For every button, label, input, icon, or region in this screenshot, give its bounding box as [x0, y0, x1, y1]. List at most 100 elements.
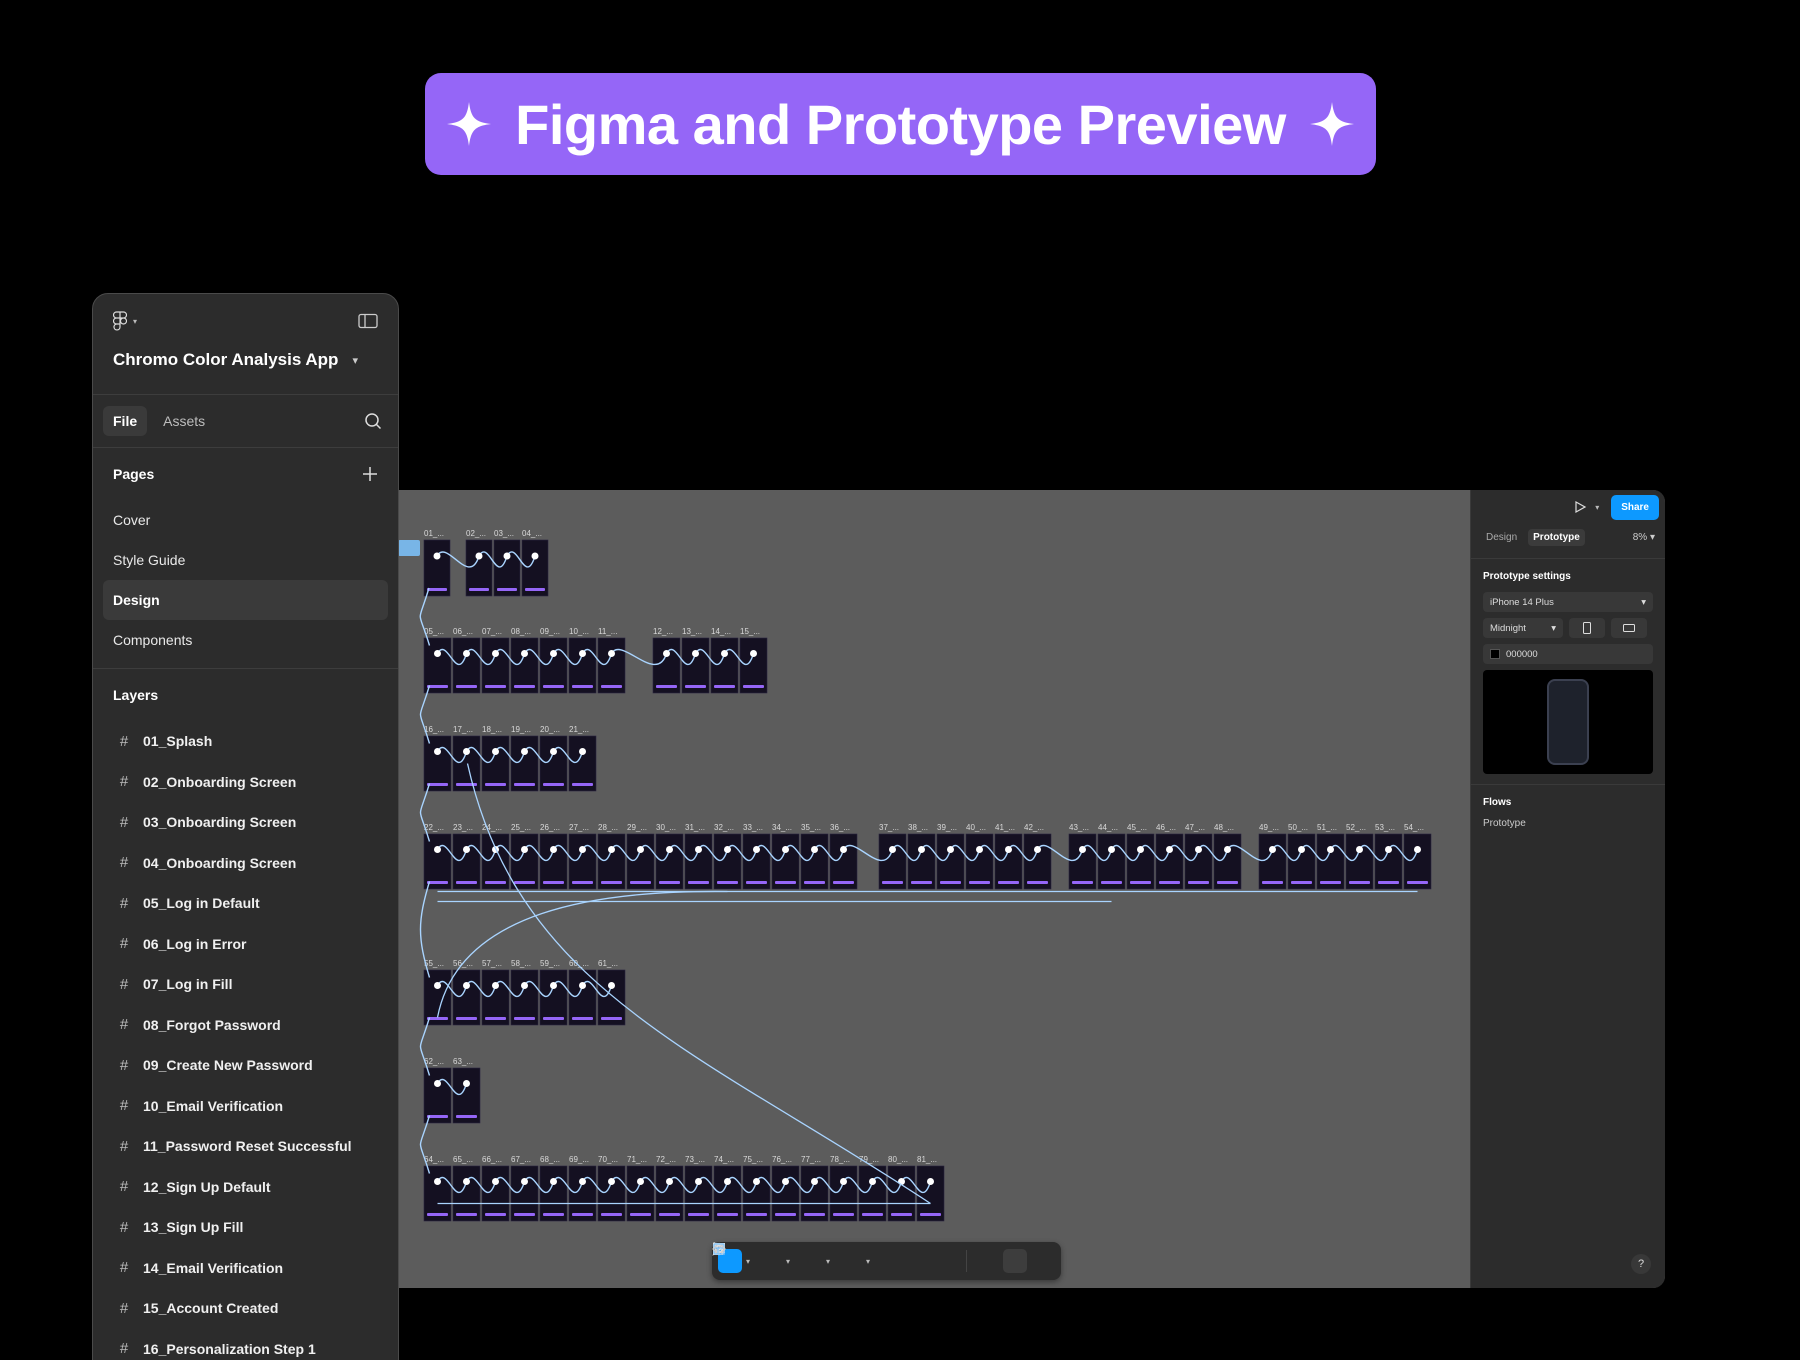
flow-node	[608, 846, 615, 853]
main-menu[interactable]: ▾	[113, 311, 141, 331]
portrait-toggle[interactable]	[1569, 618, 1605, 638]
background-color-field[interactable]: 000000	[1483, 644, 1653, 664]
page-item-design[interactable]: Design	[103, 580, 388, 620]
flow-node	[579, 1178, 586, 1185]
add-page-icon[interactable]	[362, 466, 378, 482]
screen-frame	[423, 735, 452, 792]
design-mode-button[interactable]	[713, 1243, 1028, 1273]
chevron-down-icon[interactable]: ▾	[826, 1257, 830, 1266]
flow-node	[521, 1178, 528, 1185]
flow-node	[434, 748, 441, 755]
frame-icon: #	[119, 813, 129, 831]
color-swatch[interactable]	[1490, 649, 1500, 659]
tab-assets[interactable]: Assets	[153, 406, 215, 436]
flow-node	[463, 748, 470, 755]
screen-frame	[652, 637, 681, 694]
screen-frame	[907, 833, 936, 890]
frame-label: 64_...	[424, 1155, 444, 1164]
text-tool-button[interactable]	[714, 1243, 902, 1273]
chevron-down-icon[interactable]: ▾	[786, 1257, 790, 1266]
frame-button	[717, 1213, 738, 1216]
layer-item[interactable]: #04_Onboarding Screen	[93, 843, 398, 884]
frame-button	[804, 1213, 825, 1216]
page-item-components[interactable]: Components	[103, 620, 388, 660]
draw-mode-button[interactable]	[713, 1243, 999, 1273]
layer-item[interactable]: #15_Account Created	[93, 1288, 398, 1329]
device-color-select[interactable]: Midnight ▾	[1483, 618, 1563, 638]
help-button[interactable]: ?	[1631, 1254, 1651, 1274]
play-icon[interactable]	[1573, 500, 1587, 514]
layer-item[interactable]: #03_Onboarding Screen	[93, 802, 398, 843]
layer-item[interactable]: #16_Personalization Step 1	[93, 1329, 398, 1360]
flow-node	[840, 846, 847, 853]
screen-frame	[481, 735, 510, 792]
frame-button	[659, 881, 680, 884]
flow-node	[579, 982, 586, 989]
shape-tool-button[interactable]	[713, 1243, 822, 1273]
flow-node	[434, 982, 441, 989]
sidebar-toggle-icon[interactable]	[358, 313, 378, 329]
zoom-level[interactable]: 8% ▾	[1633, 532, 1655, 543]
flow-node	[1298, 846, 1305, 853]
frame-button	[998, 881, 1019, 884]
promo-banner: Figma and Prototype Preview	[425, 73, 1376, 175]
dev-mode-button[interactable]	[712, 1244, 1055, 1273]
flow-node	[782, 1178, 789, 1185]
flow-node	[918, 846, 925, 853]
layer-item[interactable]: #11_Password Reset Successful	[93, 1126, 398, 1167]
frame-label: 46_...	[1156, 823, 1176, 832]
layer-item[interactable]: #06_Log in Error	[93, 924, 398, 965]
tab-file[interactable]: File	[103, 406, 148, 436]
frame-button	[1217, 881, 1238, 884]
project-title[interactable]: Chromo Color Analysis App ▾	[93, 340, 398, 380]
flow-node	[1385, 846, 1392, 853]
page-item-cover[interactable]: Cover	[103, 500, 388, 540]
frame-label: 26_...	[540, 823, 560, 832]
layer-item[interactable]: #05_Log in Default	[93, 883, 398, 924]
tab-design[interactable]: Design	[1481, 529, 1522, 546]
layer-item[interactable]: #01_Splash	[93, 721, 398, 762]
screen-frame	[1213, 833, 1242, 890]
frame-button	[543, 881, 564, 884]
layer-item[interactable]: #10_Email Verification	[93, 1086, 398, 1127]
frame-button	[688, 1213, 709, 1216]
layer-item[interactable]: #14_Email Verification	[93, 1248, 398, 1289]
device-select[interactable]: iPhone 14 Plus ▾	[1483, 592, 1653, 612]
page-item-style-guide[interactable]: Style Guide	[103, 540, 388, 580]
layer-item[interactable]: #12_Sign Up Default	[93, 1167, 398, 1208]
flow-node	[947, 846, 954, 853]
layer-item[interactable]: #09_Create New Password	[93, 1045, 398, 1086]
share-button[interactable]: Share	[1611, 494, 1659, 520]
layer-item[interactable]: #08_Forgot Password	[93, 1005, 398, 1046]
frame-button	[485, 881, 506, 884]
frame-button	[1188, 881, 1209, 884]
frame-button	[514, 881, 535, 884]
comment-tool-button[interactable]	[712, 1242, 930, 1273]
chevron-down-icon[interactable]: ▾	[1595, 503, 1599, 512]
flow-node	[434, 1178, 441, 1185]
pen-tool-button[interactable]	[713, 1243, 862, 1273]
flow-item[interactable]: Prototype	[1471, 818, 1665, 841]
chevron-down-icon[interactable]: ▾	[866, 1257, 870, 1266]
chevron-down-icon[interactable]: ▾	[746, 1257, 750, 1266]
frame-button	[497, 588, 517, 591]
flow-node	[1137, 846, 1144, 853]
layer-item[interactable]: #07_Log in Fill	[93, 964, 398, 1005]
layer-item[interactable]: #02_Onboarding Screen	[93, 762, 398, 803]
prototype-canvas[interactable]: 01_... 02_... 03_... 04_... 05_... 06_... 07_.…	[398, 490, 1470, 1288]
frame-tool-button[interactable]	[713, 1243, 782, 1273]
search-icon[interactable]	[364, 412, 382, 430]
screen-frame	[742, 1165, 771, 1222]
frame-label: 01_...	[424, 529, 444, 538]
landscape-toggle[interactable]	[1611, 618, 1647, 638]
frame-button	[572, 1213, 593, 1216]
layer-name: 07_Log in Fill	[143, 976, 233, 993]
resources-tool-button[interactable]	[713, 1243, 958, 1273]
frame-label: 57_...	[482, 959, 502, 968]
tab-prototype[interactable]: Prototype	[1528, 528, 1585, 546]
screen-frame	[1155, 833, 1184, 890]
frame-label: 19_...	[511, 725, 531, 734]
flow-node	[550, 982, 557, 989]
screen-frame	[710, 637, 739, 694]
layer-item[interactable]: #13_Sign Up Fill	[93, 1207, 398, 1248]
